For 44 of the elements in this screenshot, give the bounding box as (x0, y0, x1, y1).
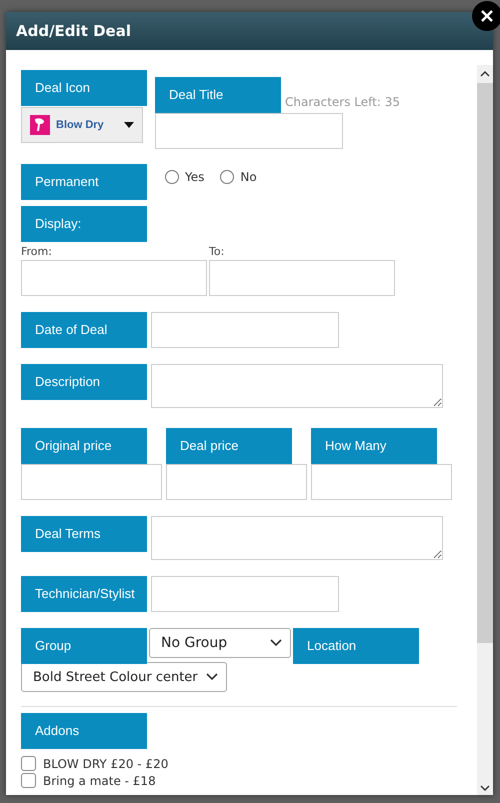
price-input[interactable] (21, 464, 162, 500)
price-input[interactable] (311, 464, 452, 500)
from-date-input[interactable] (21, 260, 207, 296)
addon-checkbox[interactable]: Bring a mate - £18 (21, 772, 477, 789)
to-date-input[interactable] (209, 260, 395, 296)
field-label: How Many (311, 428, 437, 464)
field-label: From: (21, 245, 53, 260)
close-icon (481, 10, 493, 22)
field-label: Location (293, 628, 419, 664)
field-label: Permanent (21, 164, 147, 200)
addon-checkbox[interactable]: BLOW DRY £20 - £20 (21, 755, 477, 772)
scroll-up-icon (480, 71, 490, 77)
field-label: Deal Icon (21, 70, 147, 106)
terms-textarea[interactable] (151, 516, 443, 560)
field-label: Technician/Stylist (21, 576, 147, 612)
icon-dropdown[interactable]: Blow Dry (21, 107, 143, 143)
field-label: Deal price (166, 428, 292, 464)
location-dropdown[interactable]: Bold Street Colour center (21, 662, 227, 692)
scroll-down-icon (480, 785, 490, 791)
date-input[interactable] (151, 312, 339, 348)
radio-option[interactable]: Yes (165, 170, 204, 184)
field-label: Deal Terms (21, 516, 147, 552)
field-label: Description (21, 364, 147, 400)
price-input[interactable] (166, 464, 307, 500)
radio-option[interactable]: No (220, 170, 257, 184)
field-label: To: (209, 245, 226, 260)
group-dropdown[interactable]: No Group (149, 628, 291, 658)
scrollbar[interactable] (477, 65, 493, 795)
field-label: Deal Title (155, 77, 281, 113)
technician-input[interactable] (151, 576, 339, 612)
chevron-down-icon (270, 639, 282, 647)
caret-icon (124, 122, 134, 128)
title-input[interactable] (155, 113, 343, 149)
dialog-title: Add/Edit Deal (16, 22, 131, 40)
hair-dryer-icon (30, 115, 50, 135)
chevron-down-icon (206, 673, 218, 681)
description-textarea[interactable] (151, 364, 443, 408)
field-label: Addons (21, 713, 147, 749)
field-label: Group (21, 628, 147, 664)
field-label: Display: (21, 206, 147, 242)
field-label: Original price (21, 428, 147, 464)
character-counter: Characters Left: 35 (285, 95, 400, 109)
close-button[interactable] (472, 1, 500, 31)
field-label: Date of Deal (21, 312, 147, 348)
